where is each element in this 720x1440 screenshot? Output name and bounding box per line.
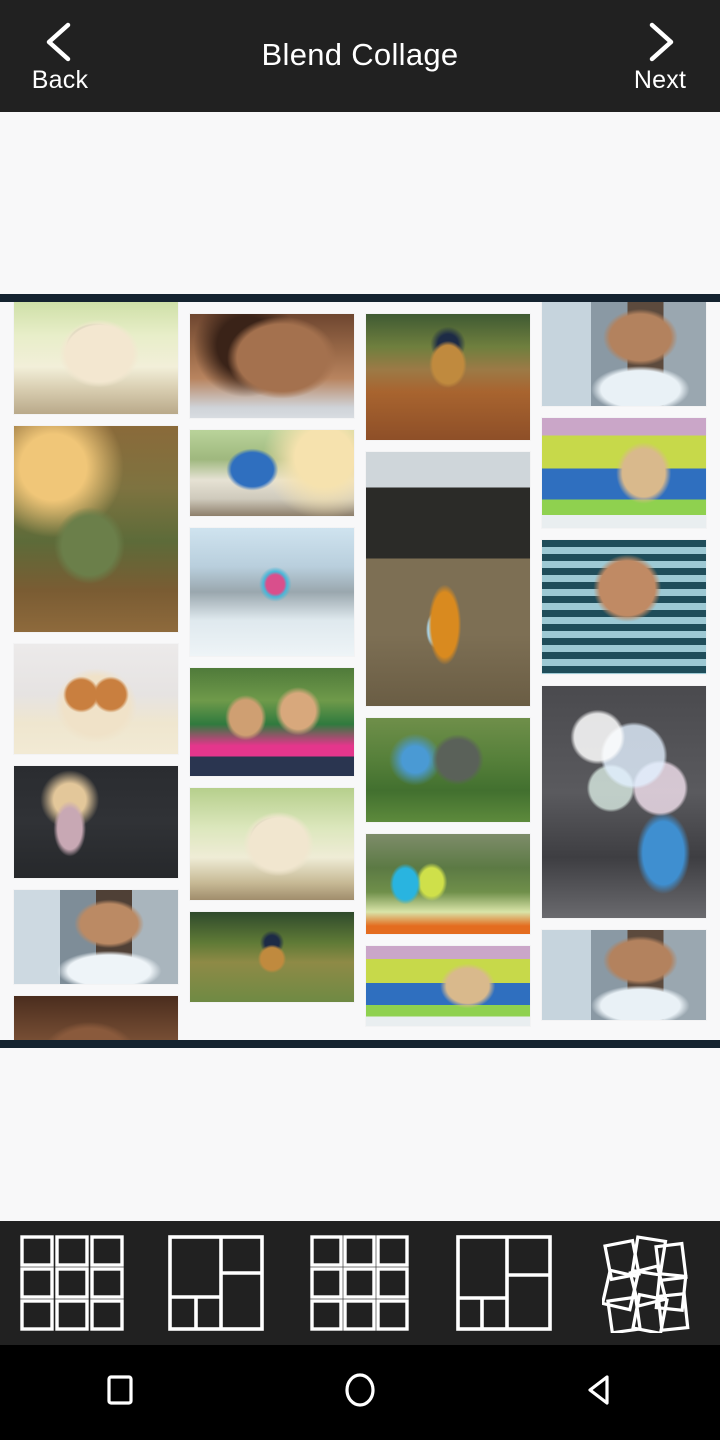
system-navigation-bar — [0, 1345, 720, 1440]
photo-thumbnail-boy-white-tee-2[interactable] — [542, 930, 706, 1020]
page-title: Blend Collage — [261, 37, 459, 72]
photo-thumbnail-park-toss-2[interactable] — [190, 788, 354, 900]
grid-3x3-icon — [310, 1235, 410, 1331]
photo-image — [542, 418, 706, 528]
photo-thumbnail-playground[interactable] — [190, 430, 354, 516]
photo-image — [190, 668, 354, 776]
next-button[interactable]: Next — [600, 0, 720, 112]
square-icon — [102, 1372, 138, 1413]
chevron-left-icon — [37, 19, 83, 65]
photo-thumbnail-kindergarten[interactable] — [542, 418, 706, 528]
template-selector — [0, 1221, 720, 1345]
photo-thumbnail-tug-war[interactable] — [366, 718, 530, 822]
photo-thumbnail-two-boys[interactable] — [190, 668, 354, 776]
back-nav-button[interactable] — [540, 1345, 660, 1440]
photo-thumbnail-kindergarten-2[interactable] — [366, 946, 530, 1026]
photo-thumbnail-icecream[interactable] — [542, 540, 706, 674]
template-option-scatter[interactable] — [576, 1221, 720, 1345]
chevron-right-icon — [637, 19, 683, 65]
photo-image — [542, 686, 706, 918]
photo-column-4 — [542, 302, 706, 1040]
photo-grid[interactable] — [0, 302, 720, 1040]
photo-thumbnail-park-toss[interactable] — [14, 302, 178, 414]
photo-image — [366, 452, 530, 706]
photo-image — [190, 912, 354, 1002]
photo-image — [366, 314, 530, 440]
photo-image — [366, 946, 530, 1026]
photo-thumbnail-autumn-walk[interactable] — [366, 314, 530, 440]
photo-image — [366, 718, 530, 822]
photo-image — [14, 644, 178, 754]
photo-thumbnail-bubbles[interactable] — [542, 686, 706, 918]
photo-thumbnail-girl-eye[interactable] — [14, 996, 178, 1040]
photo-thumbnail-autumn-walk-2[interactable] — [190, 912, 354, 1002]
photo-image — [542, 540, 706, 674]
template-option-mosaic-b[interactable] — [432, 1221, 576, 1345]
canvas-divider-bottom — [0, 1040, 720, 1048]
template-option-grid-3x3-b[interactable] — [288, 1221, 432, 1345]
scatter-frames-icon — [602, 1233, 694, 1333]
photo-image — [190, 430, 354, 516]
photo-image — [14, 426, 178, 632]
photo-column-1 — [14, 302, 178, 1040]
photo-image — [190, 528, 354, 656]
app-root: Back Blend Collage Next — [0, 0, 720, 1440]
photo-thumbnail-forest-crawl[interactable] — [14, 426, 178, 632]
photo-grid-columns — [0, 302, 720, 1040]
photo-thumbnail-dark-studio[interactable] — [14, 766, 178, 878]
circle-icon — [340, 1370, 380, 1415]
home-button[interactable] — [300, 1345, 420, 1440]
photo-image — [366, 834, 530, 934]
photo-thumbnail-fountain[interactable] — [190, 528, 354, 656]
mosaic-layout-icon — [456, 1235, 552, 1331]
photo-thumbnail-boy-laugh[interactable] — [14, 890, 178, 984]
photo-thumbnail-boy-white-tee[interactable] — [542, 302, 706, 406]
mosaic-layout-icon — [168, 1235, 264, 1331]
photo-thumbnail-girl-portrait[interactable] — [190, 314, 354, 418]
grid-3x3-icon — [20, 1235, 124, 1331]
triangle-left-icon — [581, 1371, 619, 1414]
collage-canvas-bottom[interactable] — [0, 1048, 720, 1221]
photo-column-2 — [190, 302, 354, 1040]
template-option-mosaic-a[interactable] — [144, 1221, 288, 1345]
canvas-divider-top — [0, 294, 720, 302]
photo-image — [190, 314, 354, 418]
photo-image — [14, 890, 178, 984]
photo-column-3 — [366, 302, 530, 1040]
photo-image — [14, 996, 178, 1040]
photo-thumbnail-eggs-eyes[interactable] — [14, 644, 178, 754]
photo-image — [190, 788, 354, 900]
back-button[interactable]: Back — [0, 0, 120, 112]
photo-thumbnail-water-play[interactable] — [366, 834, 530, 934]
recents-button[interactable] — [60, 1345, 180, 1440]
collage-canvas-top[interactable] — [0, 112, 720, 294]
next-button-label: Next — [633, 66, 687, 94]
photo-image — [542, 302, 706, 406]
photo-image — [14, 302, 178, 414]
app-header: Back Blend Collage Next — [0, 0, 720, 112]
photo-image — [14, 766, 178, 878]
back-button-label: Back — [31, 66, 89, 94]
photo-thumbnail-autumn-backpack[interactable] — [366, 452, 530, 706]
template-option-grid-3x3-a[interactable] — [0, 1221, 144, 1345]
photo-image — [542, 930, 706, 1020]
